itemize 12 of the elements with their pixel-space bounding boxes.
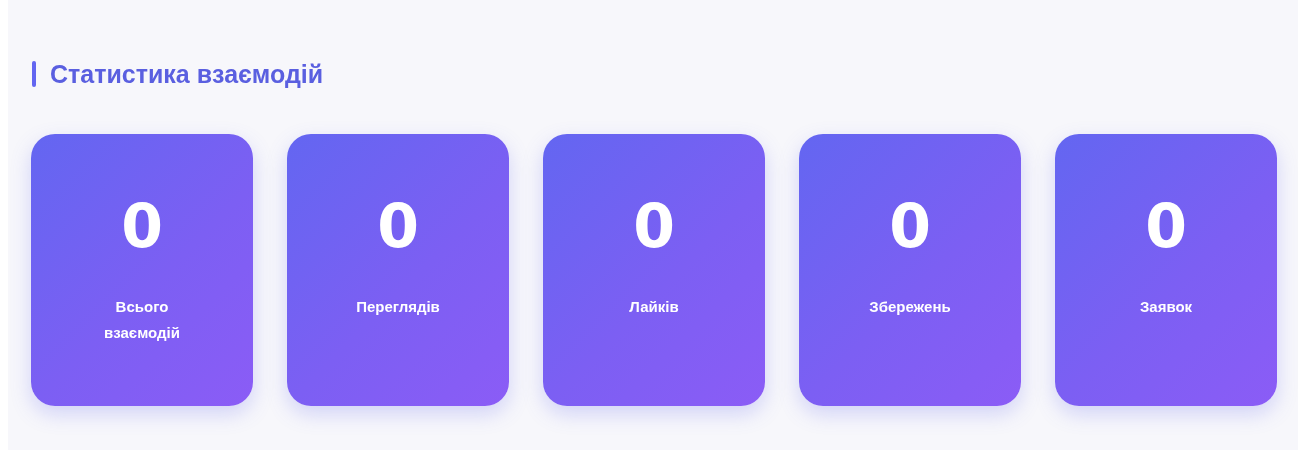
section-title: Статистика взаємодій (50, 59, 324, 89)
stat-value: 0 (1145, 196, 1187, 256)
accent-bar (32, 61, 36, 87)
stat-value: 0 (633, 196, 675, 256)
stat-label: Всього взаємодій (103, 297, 181, 344)
stat-label: Заявок (1138, 297, 1194, 317)
stat-label: Лайків (628, 297, 680, 317)
stat-value: 0 (121, 196, 163, 256)
stat-label: Переглядів (355, 297, 441, 317)
stat-value: 0 (377, 196, 419, 256)
stat-label: Збережень (868, 297, 952, 317)
stat-value: 0 (889, 196, 931, 256)
